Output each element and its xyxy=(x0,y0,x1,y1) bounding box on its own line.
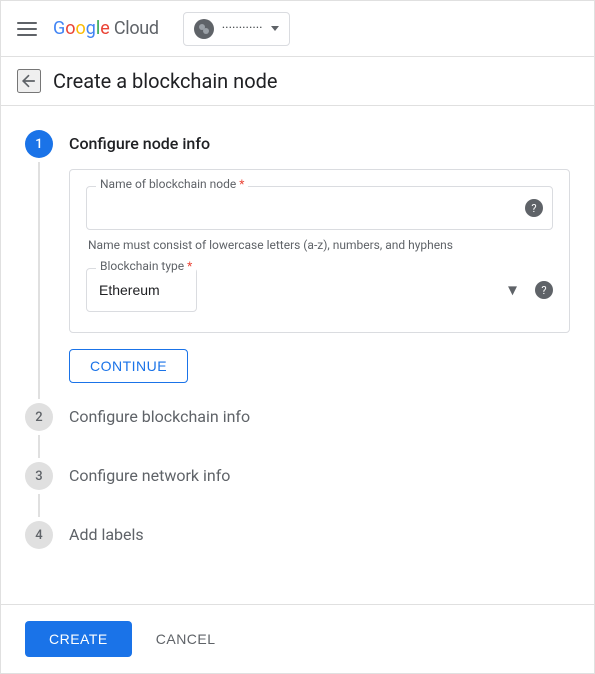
step-3-left: 3 xyxy=(25,462,53,521)
back-button[interactable] xyxy=(17,69,41,93)
main-content: 1 Configure node info Name of blockchain… xyxy=(1,106,594,596)
step-1-number: 1 xyxy=(25,130,53,158)
blockchain-type-label: Blockchain type * xyxy=(96,259,196,273)
create-button[interactable]: CREATE xyxy=(25,621,132,657)
hamburger-menu-icon[interactable] xyxy=(17,22,37,36)
step-1-form: Name of blockchain node * ? Name must co… xyxy=(69,169,570,333)
step-4-content: Add labels xyxy=(69,521,570,580)
chevron-down-icon xyxy=(271,26,279,31)
blockchain-type-wrapper: Ethereum ▾ ? xyxy=(86,268,553,312)
step-3: 3 Configure network info xyxy=(25,462,570,521)
node-name-group: Name of blockchain node * ? xyxy=(86,186,553,230)
page-header: Create a blockchain node xyxy=(1,57,594,106)
select-arrow-icon: ▾ xyxy=(508,280,517,301)
blockchain-type-group: Blockchain type * Ethereum ▾ ? xyxy=(86,268,553,312)
node-name-help-icon[interactable]: ? xyxy=(525,199,543,217)
step-2-content: Configure blockchain info xyxy=(69,403,570,462)
step-1-left: 1 xyxy=(25,130,53,403)
project-avatar xyxy=(194,19,214,39)
step-3-number: 3 xyxy=(25,462,53,490)
required-star: * xyxy=(239,177,244,191)
blockchain-type-help-icon[interactable]: ? xyxy=(535,281,553,299)
step-1-content: Configure node info Name of blockchain n… xyxy=(69,130,570,403)
step-2-left: 2 xyxy=(25,403,53,462)
project-selector[interactable]: ············ xyxy=(183,12,290,46)
google-cloud-logo: Google Cloud xyxy=(53,18,159,39)
step-3-content: Configure network info xyxy=(69,462,570,521)
step-1-line xyxy=(38,162,40,399)
step-3-line xyxy=(38,494,40,517)
step-4-number: 4 xyxy=(25,521,53,549)
blockchain-type-select-container: Ethereum ▾ xyxy=(86,268,527,312)
step-1: 1 Configure node info Name of blockchain… xyxy=(25,130,570,403)
step-4: 4 Add labels xyxy=(25,521,570,580)
top-navigation: Google Cloud ············ xyxy=(1,1,594,57)
step-4-title: Add labels xyxy=(69,521,570,544)
cancel-button[interactable]: CANCEL xyxy=(148,621,224,657)
step-3-title: Configure network info xyxy=(69,462,570,485)
project-name-text: ············ xyxy=(222,21,263,36)
step-2: 2 Configure blockchain info xyxy=(25,403,570,462)
step-4-left: 4 xyxy=(25,521,53,580)
page-title: Create a blockchain node xyxy=(53,69,278,93)
bottom-actions: CREATE CANCEL xyxy=(1,604,594,673)
step-2-line xyxy=(38,435,40,458)
continue-button[interactable]: CONTINUE xyxy=(69,349,188,383)
step-2-title: Configure blockchain info xyxy=(69,403,570,426)
step-2-number: 2 xyxy=(25,403,53,431)
blockchain-type-select[interactable]: Ethereum xyxy=(86,268,197,312)
steps-container: 1 Configure node info Name of blockchain… xyxy=(25,130,570,580)
node-name-label: Name of blockchain node * xyxy=(96,177,248,191)
step-1-title: Configure node info xyxy=(69,130,570,153)
node-name-input[interactable] xyxy=(86,186,553,230)
cloud-text: Cloud xyxy=(114,18,159,39)
node-name-hint: Name must consist of lowercase letters (… xyxy=(86,238,553,252)
